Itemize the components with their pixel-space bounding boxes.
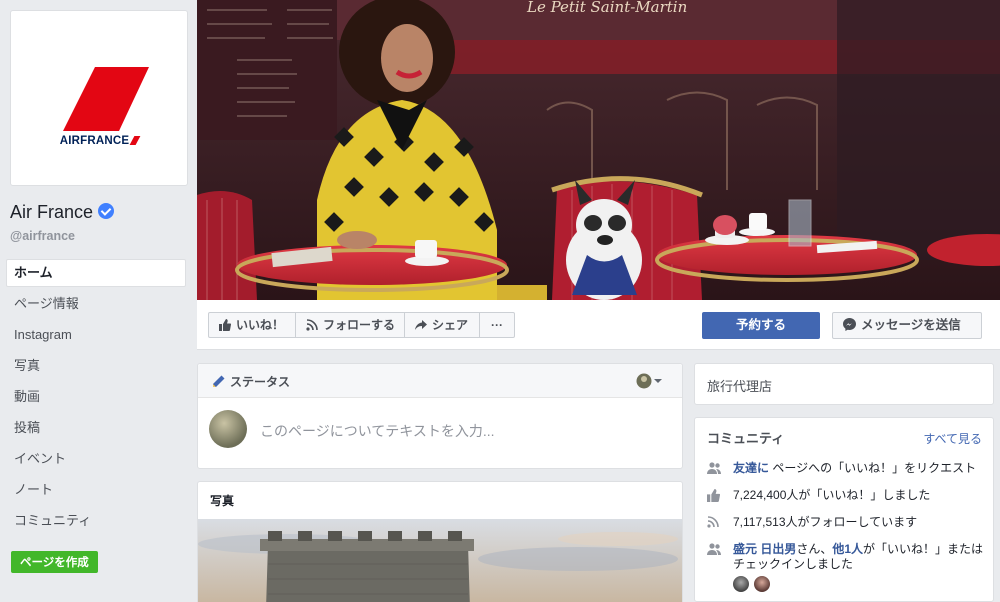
photos-title[interactable]: 写真 (210, 492, 234, 509)
nav-item-posts[interactable]: 投稿 (6, 414, 186, 445)
post-as-selector[interactable] (636, 373, 662, 393)
friends-icon (707, 543, 721, 555)
rss-icon (707, 516, 719, 528)
community-card: コミュニティ すべて見る 友達に ページへの「いいね！」をリクエスト 7,224… (694, 417, 994, 602)
invite-friends-link[interactable]: 友達に (733, 461, 769, 475)
friend-avatar[interactable] (733, 576, 749, 592)
rss-icon (306, 319, 318, 331)
page-category-card: 旅行代理店 (694, 363, 994, 405)
share-arrow-icon (415, 319, 427, 330)
photo-thumbnail[interactable] (198, 519, 682, 602)
nav-item-events[interactable]: イベント (6, 445, 186, 476)
thumbs-up-icon (707, 489, 720, 502)
friend-avatar[interactable] (754, 576, 771, 592)
status-input[interactable]: このページについてテキストを入力... (260, 421, 495, 441)
page-action-bar: いいね！ フォローする シェア ··· 予約する メッセージを送信 (197, 300, 1000, 350)
pencil-icon (213, 375, 225, 387)
create-page-button[interactable]: ページを作成 (11, 551, 98, 573)
follows-count: 7,117,513人がフォローしています (733, 515, 918, 529)
page-title[interactable]: Air France (10, 202, 115, 223)
page-nav: ホーム ページ情報 Instagram 写真 動画 投稿 イベント ノート コミ… (6, 259, 186, 538)
nav-item-instagram[interactable]: Instagram (6, 321, 186, 352)
more-options-button[interactable]: ··· (479, 312, 515, 338)
friend-avatars (733, 576, 772, 596)
logo-wordmark: AIRFRANCE (11, 135, 187, 147)
send-message-button[interactable]: メッセージを送信 (832, 312, 982, 339)
nav-item-photos[interactable]: 写真 (6, 352, 186, 383)
page-handle[interactable]: @airfrance (10, 229, 75, 243)
nav-item-notes[interactable]: ノート (6, 476, 186, 507)
community-title[interactable]: コミュニティ (707, 428, 784, 447)
nav-item-videos[interactable]: 動画 (6, 383, 186, 414)
composer-header: ステータス (198, 364, 682, 398)
photos-section: 写真 (197, 481, 683, 602)
share-button[interactable]: シェア (404, 312, 480, 338)
friends-liked-row: 盛元 日出男さん、他1人が「いいね！」または チェックインしました (707, 542, 987, 594)
thumbs-up-icon (219, 318, 231, 331)
friend-name-link[interactable]: 盛元 日出男 (733, 542, 796, 556)
nav-item-about[interactable]: ページ情報 (6, 290, 186, 321)
cover-photo[interactable]: Le Petit Saint-Martin (197, 0, 1000, 300)
poster-avatar (209, 410, 247, 448)
nav-item-community[interactable]: コミュニティ (6, 507, 186, 538)
likes-count: 7,224,400人が「いいね！」しました (733, 488, 931, 502)
status-composer: ステータス このページについてテキストを入力... (197, 363, 683, 469)
cover-photo-image: Le Petit Saint-Martin (197, 0, 1000, 300)
messenger-icon (843, 318, 856, 332)
page-category[interactable]: 旅行代理店 (707, 376, 772, 395)
left-column: AIRFRANCE Air France @airfrance ホーム ページ情… (0, 0, 196, 602)
status-tab[interactable]: ステータス (212, 373, 290, 390)
follow-button[interactable]: フォローする (295, 312, 405, 338)
friends-icon (707, 462, 721, 474)
verified-badge-icon (98, 203, 115, 219)
airfrance-logo-icon (63, 67, 149, 131)
others-link[interactable]: 他1人 (832, 542, 863, 556)
profile-picture[interactable]: AIRFRANCE (10, 10, 188, 186)
nav-item-home[interactable]: ホーム (6, 259, 186, 287)
photo-image (198, 519, 682, 602)
avatar-dropdown-icon (636, 373, 662, 389)
see-all-link[interactable]: すべて見る (923, 430, 982, 447)
cafe-sign: Le Petit Saint-Martin (526, 0, 687, 16)
like-button[interactable]: いいね！ (208, 312, 296, 338)
book-now-button[interactable]: 予約する (702, 312, 820, 339)
